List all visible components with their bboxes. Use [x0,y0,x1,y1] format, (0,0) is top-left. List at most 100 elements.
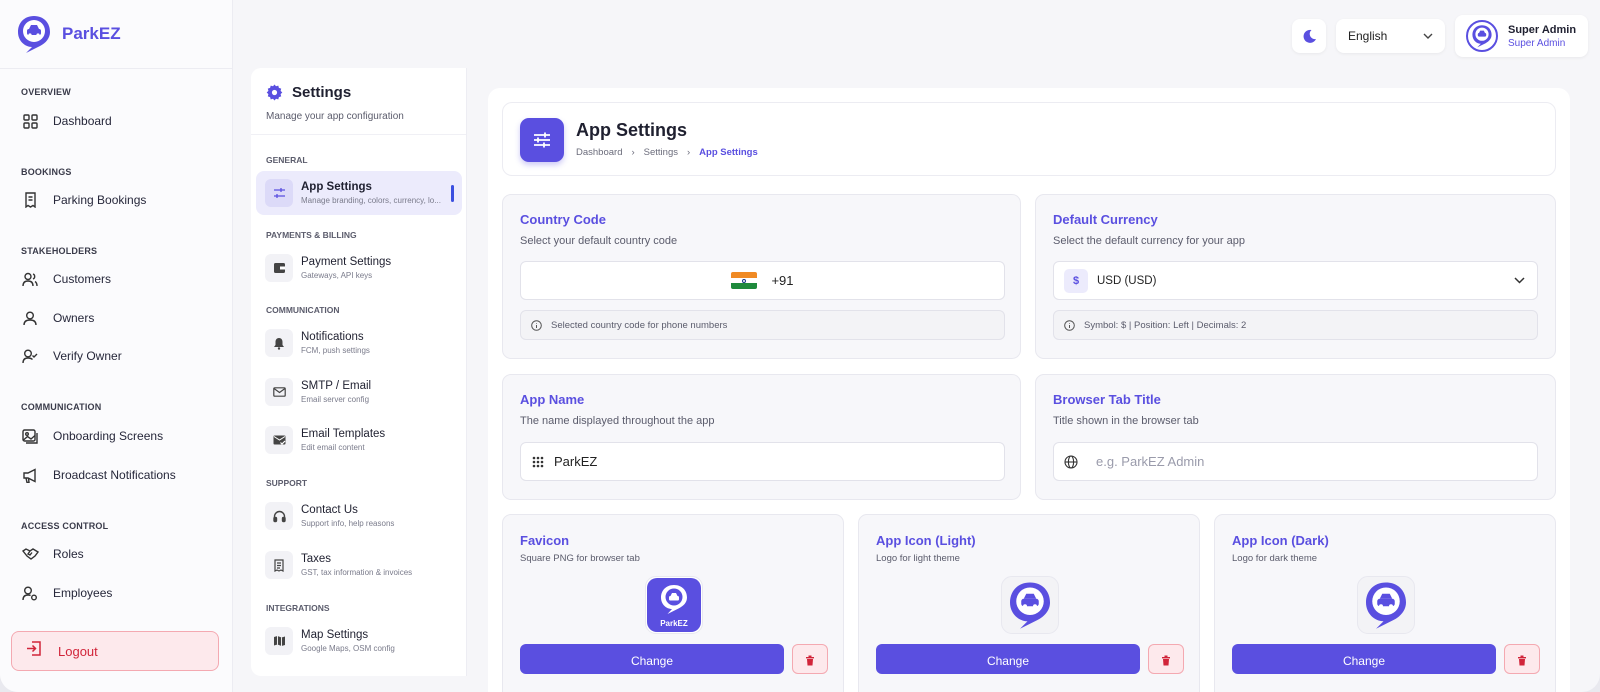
trash-icon [1518,655,1526,666]
chevron-down-icon [1514,277,1525,284]
india-flag-icon [731,272,758,289]
browser-tab-title-placeholder: e.g. ParkEZ Admin [1096,454,1205,469]
currency-symbol-badge: $ [1064,268,1088,293]
moon-icon [1303,29,1316,43]
language-select[interactable]: English [1336,19,1445,53]
card-subtitle: Select the default currency for your app [1053,235,1245,247]
user-gear-icon [21,584,39,602]
section-support: SUPPORT [266,478,308,488]
section-general: GENERAL [266,155,308,165]
sidebar-item-onboarding-screens[interactable]: Onboarding Screens [21,424,163,448]
sidebar-item-customers[interactable]: Customers [21,267,111,291]
default-currency-card: Default Currency Select the default curr… [1035,194,1556,359]
favicon-change-button[interactable]: Change [520,644,784,674]
settings-item-label: Map Settings [301,629,369,641]
settings-title: Settings [292,84,352,101]
currency-select[interactable]: $ USD (USD) [1053,261,1538,300]
breadcrumb-link[interactable]: Settings [644,147,678,158]
active-indicator [451,185,454,202]
receipt-icon [21,191,39,209]
country-code-select[interactable]: +91 [520,261,1005,300]
settings-item-label: Email Templates [301,428,386,440]
trash-icon [806,655,814,666]
section-stakeholders: STAKEHOLDERS [21,246,98,256]
main-content: App Settings Dashboard › Settings › App … [488,88,1570,692]
settings-item-desc: Manage branding, colors, currency, lo... [301,196,441,205]
sidebar-item-label: Dashboard [53,114,112,128]
logout-label: Logout [58,643,98,659]
settings-item-payment-settings[interactable]: Payment Settings Gateways, API keys [256,246,462,290]
sidebar-item-label: Customers [53,272,112,286]
card-subtitle: Logo for light theme [876,553,960,564]
sidebar-item-dashboard[interactable]: Dashboard [21,109,112,133]
favicon-delete-button[interactable] [792,644,828,674]
apps-grid-icon [532,456,544,467]
sidebar-item-verify-owner[interactable]: Verify Owner [21,344,122,368]
card-title: App Name [520,392,585,407]
card-title: Favicon [520,533,570,548]
language-value: English [1348,29,1388,43]
user-role: Super Admin [1508,37,1566,49]
settings-item-notifications[interactable]: Notifications FCM, push settings [256,321,462,365]
settings-item-email-templates[interactable]: Email Templates Edit email content [256,418,462,462]
logout-button[interactable]: Logout [11,631,219,671]
settings-item-map-settings[interactable]: Map Settings Google Maps, OSM config [256,619,462,663]
section-overview: OVERVIEW [21,87,71,97]
app-icon-dark-card: App Icon (Dark) Logo for dark theme Chan… [1214,514,1556,692]
sidebar: ParkEZ OVERVIEW Dashboard BOOKINGS Parki… [0,0,233,692]
favicon-card: Favicon Square PNG for browser tab ParkE… [502,514,844,692]
envelope-icon [265,378,293,406]
card-title: Browser Tab Title [1053,392,1161,407]
breadcrumb-current: App Settings [699,147,758,158]
favicon-preview: ParkEZ [645,576,703,634]
app-icon-light-preview [1001,576,1059,634]
app-icon-light-delete-button[interactable] [1148,644,1184,674]
settings-item-label: App Settings [301,181,372,193]
settings-subtitle: Manage your app configuration [266,111,404,122]
brand[interactable]: ParkEZ [16,14,121,54]
sidebar-item-employees[interactable]: Employees [21,581,112,605]
currency-value: USD (USD) [1097,274,1157,287]
bell-icon [265,329,293,357]
browser-tab-title-input[interactable]: e.g. ParkEZ Admin [1053,442,1538,481]
sidebar-item-label: Roles [53,547,84,561]
app-name-card: App Name The name displayed throughout t… [502,374,1021,500]
settings-item-taxes[interactable]: Taxes GST, tax information & invoices [256,543,462,587]
app-icon-dark-change-button[interactable]: Change [1232,644,1496,674]
sidebar-divider [0,68,233,69]
settings-item-desc: FCM, push settings [301,346,370,355]
currency-hint: Symbol: $ | Position: Left | Decimals: 2 [1053,310,1538,340]
settings-item-desc: Gateways, API keys [301,271,373,280]
settings-item-app-settings[interactable]: App Settings Manage branding, colors, cu… [256,171,462,215]
sidebar-item-parking-bookings[interactable]: Parking Bookings [21,188,146,212]
sliders-icon [520,118,564,162]
settings-item-desc: Email server config [301,395,370,404]
card-title: Default Currency [1053,212,1158,227]
sidebar-item-broadcast-notifications[interactable]: Broadcast Notifications [21,463,176,487]
megaphone-icon [21,466,39,484]
headset-icon [265,502,293,530]
sidebar-item-label: Employees [53,586,113,600]
parkez-logo-icon [1010,582,1050,629]
app-icon-dark-delete-button[interactable] [1504,644,1540,674]
section-access-control: ACCESS CONTROL [21,521,109,531]
sidebar-item-roles[interactable]: Roles [21,542,84,566]
theme-toggle-button[interactable] [1292,19,1326,53]
settings-item-contact-us[interactable]: Contact Us Support info, help reasons [256,494,462,538]
parkez-logo-icon [1366,582,1406,629]
app-icon-light-change-button[interactable]: Change [876,644,1140,674]
settings-item-smtp-email[interactable]: SMTP / Email Email server config [256,370,462,414]
app-name-input[interactable]: ParkEZ [520,442,1005,481]
country-code-card: Country Code Select your default country… [502,194,1021,359]
trash-icon [1162,655,1170,666]
sidebar-item-owners[interactable]: Owners [21,306,94,330]
app-name-value: ParkEZ [554,454,598,469]
breadcrumb-link[interactable]: Dashboard [576,147,622,158]
parkez-logo-icon: ParkEZ [647,578,701,632]
settings-item-label: Payment Settings [301,256,392,268]
browser-tab-title-card: Browser Tab Title Title shown in the bro… [1035,374,1556,500]
user-icon [21,309,39,327]
app-window: ParkEZ OVERVIEW Dashboard BOOKINGS Parki… [0,0,1600,692]
info-icon [531,319,542,331]
user-menu[interactable]: Super Admin Super Admin [1455,15,1588,57]
